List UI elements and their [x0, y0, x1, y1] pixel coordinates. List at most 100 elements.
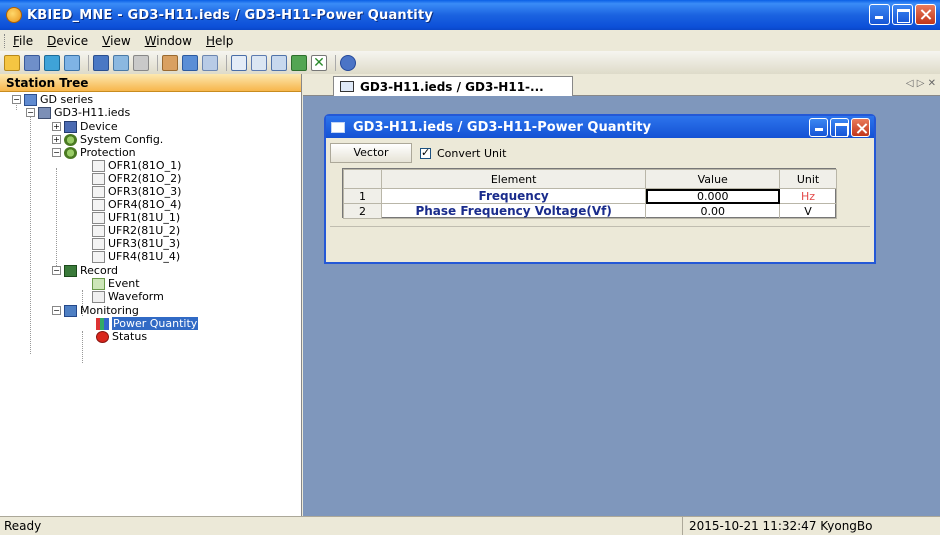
list-icon[interactable]: [93, 54, 109, 71]
toolbar-separator: [226, 54, 227, 71]
relay-icon: [92, 211, 105, 224]
bar-chart-icon: [96, 317, 109, 330]
tree-item-waveform[interactable]: Waveform: [92, 290, 164, 303]
tree-item-status[interactable]: Status: [96, 330, 147, 343]
menu-view[interactable]: View: [102, 34, 130, 48]
tree-item-protection[interactable]: − Protection: [52, 146, 136, 159]
minimize-button[interactable]: [869, 4, 890, 25]
tab-strip: GD3-H11.ieds / GD3-H11-... ◁ ▷ ✕: [303, 74, 940, 96]
column-header-value: Value: [645, 169, 781, 189]
tree-item-ofr2[interactable]: OFR2(81O_2): [92, 172, 181, 185]
download-icon[interactable]: [113, 54, 129, 71]
chart-icon[interactable]: [271, 54, 287, 71]
file-icon: [38, 106, 51, 119]
monitor-icon: [64, 304, 77, 317]
grid-icon[interactable]: [202, 54, 218, 71]
window-icon: [331, 121, 345, 133]
table-row[interactable]: 1 Frequency 0.000 Hz: [343, 188, 837, 204]
tree-item-ofr3[interactable]: OFR3(81O_3): [92, 185, 181, 198]
edit-icon[interactable]: [162, 54, 178, 71]
monitor-icon[interactable]: [182, 54, 198, 71]
vector-button[interactable]: Vector: [330, 143, 412, 163]
relay-icon: [92, 185, 105, 198]
tree-label: Power Quantity: [112, 317, 199, 330]
menu-help[interactable]: Help: [206, 34, 233, 48]
tree-label: Device: [80, 120, 118, 133]
tree-label: UFR3(81U_3): [108, 237, 181, 250]
tree-label: OFR1(81O_1): [108, 159, 182, 172]
title-bar: KBIED_MNE - GD3-H11.ieds / GD3-H11-Power…: [0, 0, 940, 30]
tree-item-device[interactable]: + Device: [52, 120, 118, 133]
device-icon[interactable]: [64, 54, 80, 71]
value-cell[interactable]: 0.000: [645, 188, 781, 204]
relay-icon: [92, 250, 105, 263]
tree-label: Status: [112, 330, 148, 343]
row-index: 1: [343, 188, 382, 204]
child-title-bar: GD3-H11.ieds / GD3-H11-Power Quantity: [326, 116, 874, 138]
status-text: Ready: [4, 519, 42, 533]
export-icon[interactable]: [291, 54, 307, 71]
tree-item-ofr4[interactable]: OFR4(81O_4): [92, 198, 181, 211]
app-icon: [6, 7, 22, 23]
table-row[interactable]: 2 Phase Frequency Voltage(Vf) 0.00 V: [343, 203, 837, 219]
connect-icon[interactable]: [44, 54, 60, 71]
child-close-button[interactable]: [851, 118, 870, 137]
child-maximize-button[interactable]: [830, 118, 849, 137]
tree-item-ofr1[interactable]: OFR1(81O_1): [92, 159, 181, 172]
waveform-icon[interactable]: [251, 54, 267, 71]
record-icon: [64, 264, 77, 277]
help-icon[interactable]: [340, 54, 356, 71]
tree-label: Protection: [80, 146, 136, 159]
menu-window[interactable]: Window: [145, 34, 192, 48]
column-header-unit: Unit: [779, 169, 837, 189]
window-title: KBIED_MNE - GD3-H11.ieds / GD3-H11-Power…: [27, 7, 434, 23]
tree-label: Record: [80, 264, 119, 277]
tree-item-ufr2[interactable]: UFR2(81U_2): [92, 224, 180, 237]
tab-power-quantity[interactable]: GD3-H11.ieds / GD3-H11-...: [333, 76, 573, 96]
open-folder-icon[interactable]: [4, 54, 20, 71]
column-header-element: Element: [380, 169, 647, 189]
tree-item-monitoring[interactable]: − Monitoring: [52, 304, 139, 317]
value-cell[interactable]: 0.00: [645, 203, 781, 219]
toolbar: ✕: [0, 51, 940, 74]
status-icon: [96, 330, 109, 343]
tree-label: UFR4(81U_4): [108, 250, 181, 263]
relay-icon: [92, 224, 105, 237]
element-cell: Phase Frequency Voltage(Vf): [380, 203, 647, 219]
status-bar: Ready 2015-10-21 11:32:47 KyongBo: [0, 516, 940, 535]
tree-label: OFR4(81O_4): [108, 198, 182, 211]
tree-label: Monitoring: [80, 304, 139, 317]
relay-icon: [92, 172, 105, 185]
tree-item-ieds-file[interactable]: − GD3-H11.ieds: [26, 106, 130, 119]
close-button[interactable]: [915, 4, 936, 25]
tree-item-ufr3[interactable]: UFR3(81U_3): [92, 237, 180, 250]
tree-label: UFR2(81U_2): [108, 224, 181, 237]
relay-icon: [92, 159, 105, 172]
tree-item-record[interactable]: − Record: [52, 264, 118, 277]
convert-unit-checkbox[interactable]: [420, 146, 431, 159]
tree-item-gd-series[interactable]: − GD series: [12, 93, 93, 106]
toolbar-separator: [88, 54, 89, 71]
tree-item-ufr1[interactable]: UFR1(81U_1): [92, 211, 180, 224]
tree-label: GD3-H11.ieds: [54, 106, 131, 119]
tab-scroll-arrows-icon[interactable]: ◁ ▷ ✕: [906, 78, 936, 89]
child-minimize-button[interactable]: [809, 118, 828, 137]
tree-item-ufr4[interactable]: UFR4(81U_4): [92, 250, 180, 263]
tab-label: GD3-H11.ieds / GD3-H11-...: [360, 79, 544, 94]
printer-icon[interactable]: [133, 54, 149, 71]
delete-icon[interactable]: ✕: [311, 54, 327, 71]
save-icon[interactable]: [24, 54, 40, 71]
relay-icon: [92, 237, 105, 250]
child-status-strip: [330, 226, 870, 240]
tree-label: UFR1(81U_1): [108, 211, 181, 224]
element-cell: Frequency: [380, 188, 647, 204]
window-icon[interactable]: [231, 54, 247, 71]
menu-grip: [4, 33, 7, 48]
tree-item-event[interactable]: Event: [92, 277, 140, 290]
tree-item-power-quantity[interactable]: Power Quantity: [96, 317, 199, 330]
maximize-button[interactable]: [892, 4, 913, 25]
tree-item-system-config[interactable]: + System Config.: [52, 133, 163, 146]
menu-device[interactable]: Device: [47, 34, 88, 48]
document-area: GD3-H11.ieds / GD3-H11-... ◁ ▷ ✕ GD3-H11…: [303, 74, 940, 516]
menu-file[interactable]: File: [13, 34, 33, 48]
